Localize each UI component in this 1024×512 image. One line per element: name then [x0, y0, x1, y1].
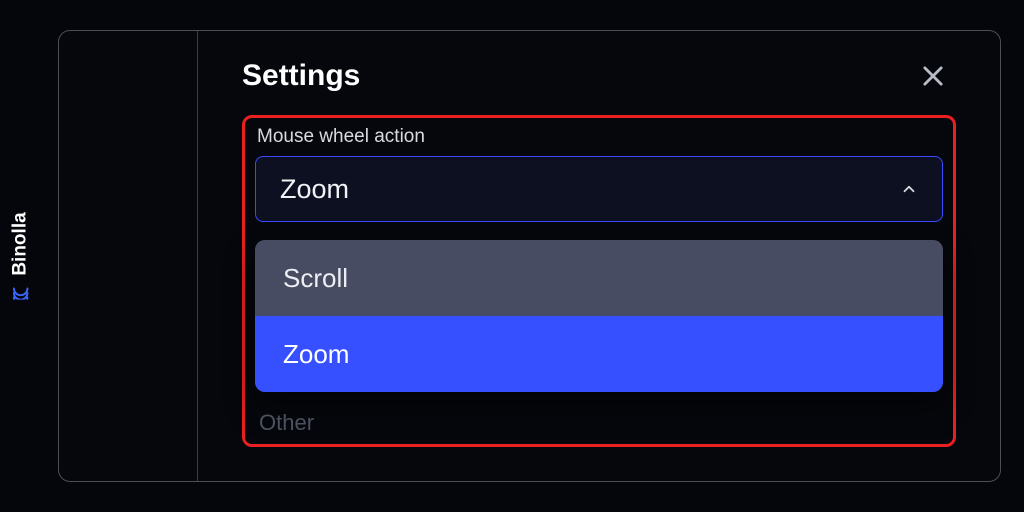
dropdown-option-label: Zoom	[283, 339, 349, 370]
dropdown-option-scroll[interactable]: Scroll	[255, 240, 943, 316]
brand-block: Binolla	[10, 212, 32, 299]
chevron-up-icon	[900, 180, 918, 198]
brand-rail: Binolla	[0, 0, 42, 512]
select-current-value: Zoom	[280, 174, 349, 205]
panel-header: Settings	[242, 59, 956, 93]
settings-panel: Settings Mouse wheel action Zoom	[198, 31, 1000, 481]
brand-logo-icon	[12, 282, 30, 300]
mouse-wheel-dropdown: Scroll Zoom	[255, 240, 943, 392]
mouse-wheel-select[interactable]: Zoom	[255, 156, 943, 222]
obscured-text-other: Other	[259, 410, 314, 436]
panel-title: Settings	[242, 59, 360, 93]
dropdown-option-zoom[interactable]: Zoom	[255, 316, 943, 392]
brand-name: Binolla	[10, 212, 32, 275]
field-label-mouse-wheel: Mouse wheel action	[255, 126, 943, 156]
close-button[interactable]	[916, 59, 950, 93]
app-frame: Settings Mouse wheel action Zoom	[58, 30, 1001, 482]
highlight-annotation: Mouse wheel action Zoom Scroll Zoom Othe…	[242, 115, 956, 447]
close-icon	[919, 62, 947, 90]
dropdown-option-label: Scroll	[283, 263, 348, 294]
